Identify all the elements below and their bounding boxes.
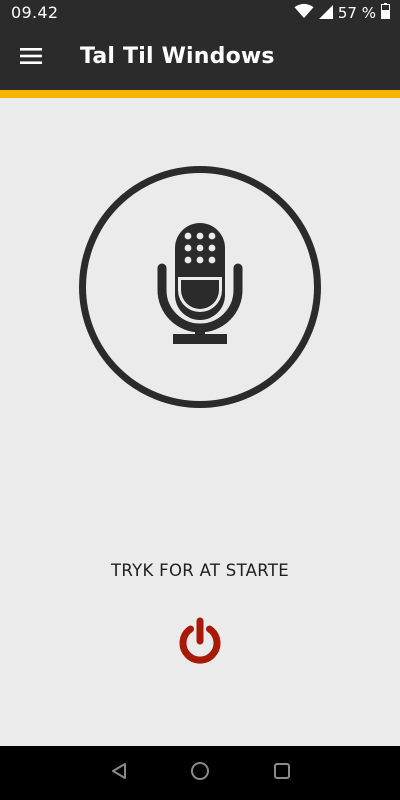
nav-bar	[0, 746, 400, 800]
status-time: 09.42	[11, 3, 59, 22]
page-title: Tal Til Windows	[80, 44, 275, 69]
nav-home-button[interactable]	[188, 761, 212, 785]
microphone-button[interactable]	[79, 166, 321, 408]
power-button[interactable]	[175, 616, 225, 670]
power-icon	[178, 617, 222, 669]
accent-stripe	[0, 90, 400, 98]
nav-back-button[interactable]	[107, 761, 131, 785]
cell-signal-icon	[318, 4, 333, 23]
battery-percent: 57 %	[337, 4, 376, 22]
microphone-icon	[157, 220, 243, 354]
back-icon	[110, 762, 128, 784]
nav-recents-button[interactable]	[270, 761, 294, 785]
app-bar: Tal Til Windows	[0, 26, 400, 90]
hamburger-menu-icon	[20, 48, 42, 68]
status-icons: 57 %	[294, 3, 390, 23]
start-prompt: TRYK FOR AT STARTE	[111, 561, 289, 580]
wifi-icon	[294, 3, 314, 23]
status-bar: 09.42 57 %	[0, 0, 400, 26]
recents-icon	[273, 762, 291, 784]
home-icon	[190, 761, 210, 785]
menu-button[interactable]	[12, 40, 50, 76]
battery-icon	[381, 3, 390, 23]
